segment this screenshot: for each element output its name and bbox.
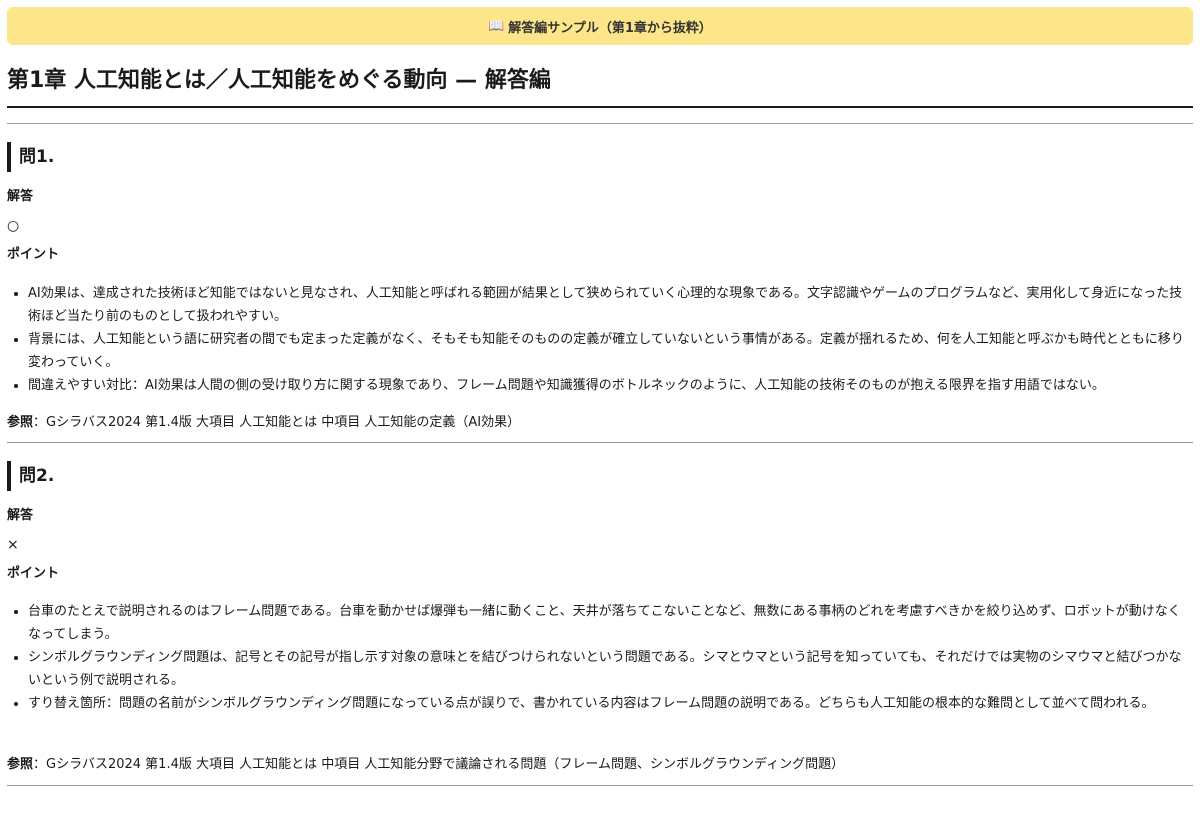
section-divider bbox=[7, 123, 1193, 124]
question-2-answer-value: × bbox=[7, 537, 19, 553]
section-divider bbox=[7, 442, 1193, 443]
title-divider bbox=[7, 106, 1193, 108]
question-2-reference: 参照：Gシラバス2024 第1.4版 大項目 人工知能とは 中項目 人工知能分野… bbox=[7, 756, 1193, 774]
question-1-heading: 問1. bbox=[7, 142, 54, 172]
list-item: 間違えやすい対比：AI効果は人間の側の受け取り方に関する現象であり、フレーム問題… bbox=[28, 374, 1193, 397]
section-divider bbox=[7, 785, 1193, 786]
list-item: すり替え箇所：問題の名前がシンボルグラウンディング問題になっている点が誤りで、書… bbox=[28, 692, 1193, 715]
banner-text: 解答編サンプル（第1章から抜粋） bbox=[508, 20, 712, 36]
reference-label: 参照 bbox=[7, 757, 34, 772]
page-title: 第1章 人工知能とは／人工知能をめぐる動向 — 解答編 bbox=[7, 68, 551, 93]
question-1-reference: 参照：Gシラバス2024 第1.4版 大項目 人工知能とは 中項目 人工知能の定… bbox=[7, 414, 1193, 432]
list-item: AI効果は、達成された技術ほど知能ではないと見なされ、人工知能と呼ばれる範囲が結… bbox=[28, 282, 1193, 328]
reference-text: ：Gシラバス2024 第1.4版 大項目 人工知能とは 中項目 人工知能分野で議… bbox=[33, 757, 845, 772]
reference-text: ：Gシラバス2024 第1.4版 大項目 人工知能とは 中項目 人工知能の定義（… bbox=[33, 415, 521, 430]
question-2-points-list: 台車のたとえで説明されるのはフレーム問題である。台車を動かせば爆弾も一緒に動くこ… bbox=[7, 600, 1193, 715]
reference-label: 参照 bbox=[7, 415, 34, 430]
question-1-points-label: ポイント bbox=[7, 247, 60, 262]
question-1-points-list: AI効果は、達成された技術ほど知能ではないと見なされ、人工知能と呼ばれる範囲が結… bbox=[7, 282, 1193, 397]
list-item: 台車のたとえで説明されるのはフレーム問題である。台車を動かせば爆弾も一緒に動くこ… bbox=[28, 600, 1193, 646]
question-2-heading: 問2. bbox=[7, 461, 54, 491]
question-2-answer-label: 解答 bbox=[7, 508, 34, 523]
question-1-answer-value: ○ bbox=[7, 218, 20, 234]
list-item: 背景には、人工知能という語に研究者の間でも定まった定義がなく、そもそも知能そのも… bbox=[28, 328, 1193, 374]
open-book-icon: 📖 bbox=[488, 18, 505, 34]
question-2-points-label: ポイント bbox=[7, 566, 60, 581]
question-1-answer-label: 解答 bbox=[7, 189, 34, 204]
list-item: シンボルグラウンディング問題は、記号とその記号が指し示す対象の意味とを結びつけら… bbox=[28, 646, 1193, 692]
sample-banner: 📖 解答編サンプル（第1章から抜粋） bbox=[7, 7, 1193, 45]
